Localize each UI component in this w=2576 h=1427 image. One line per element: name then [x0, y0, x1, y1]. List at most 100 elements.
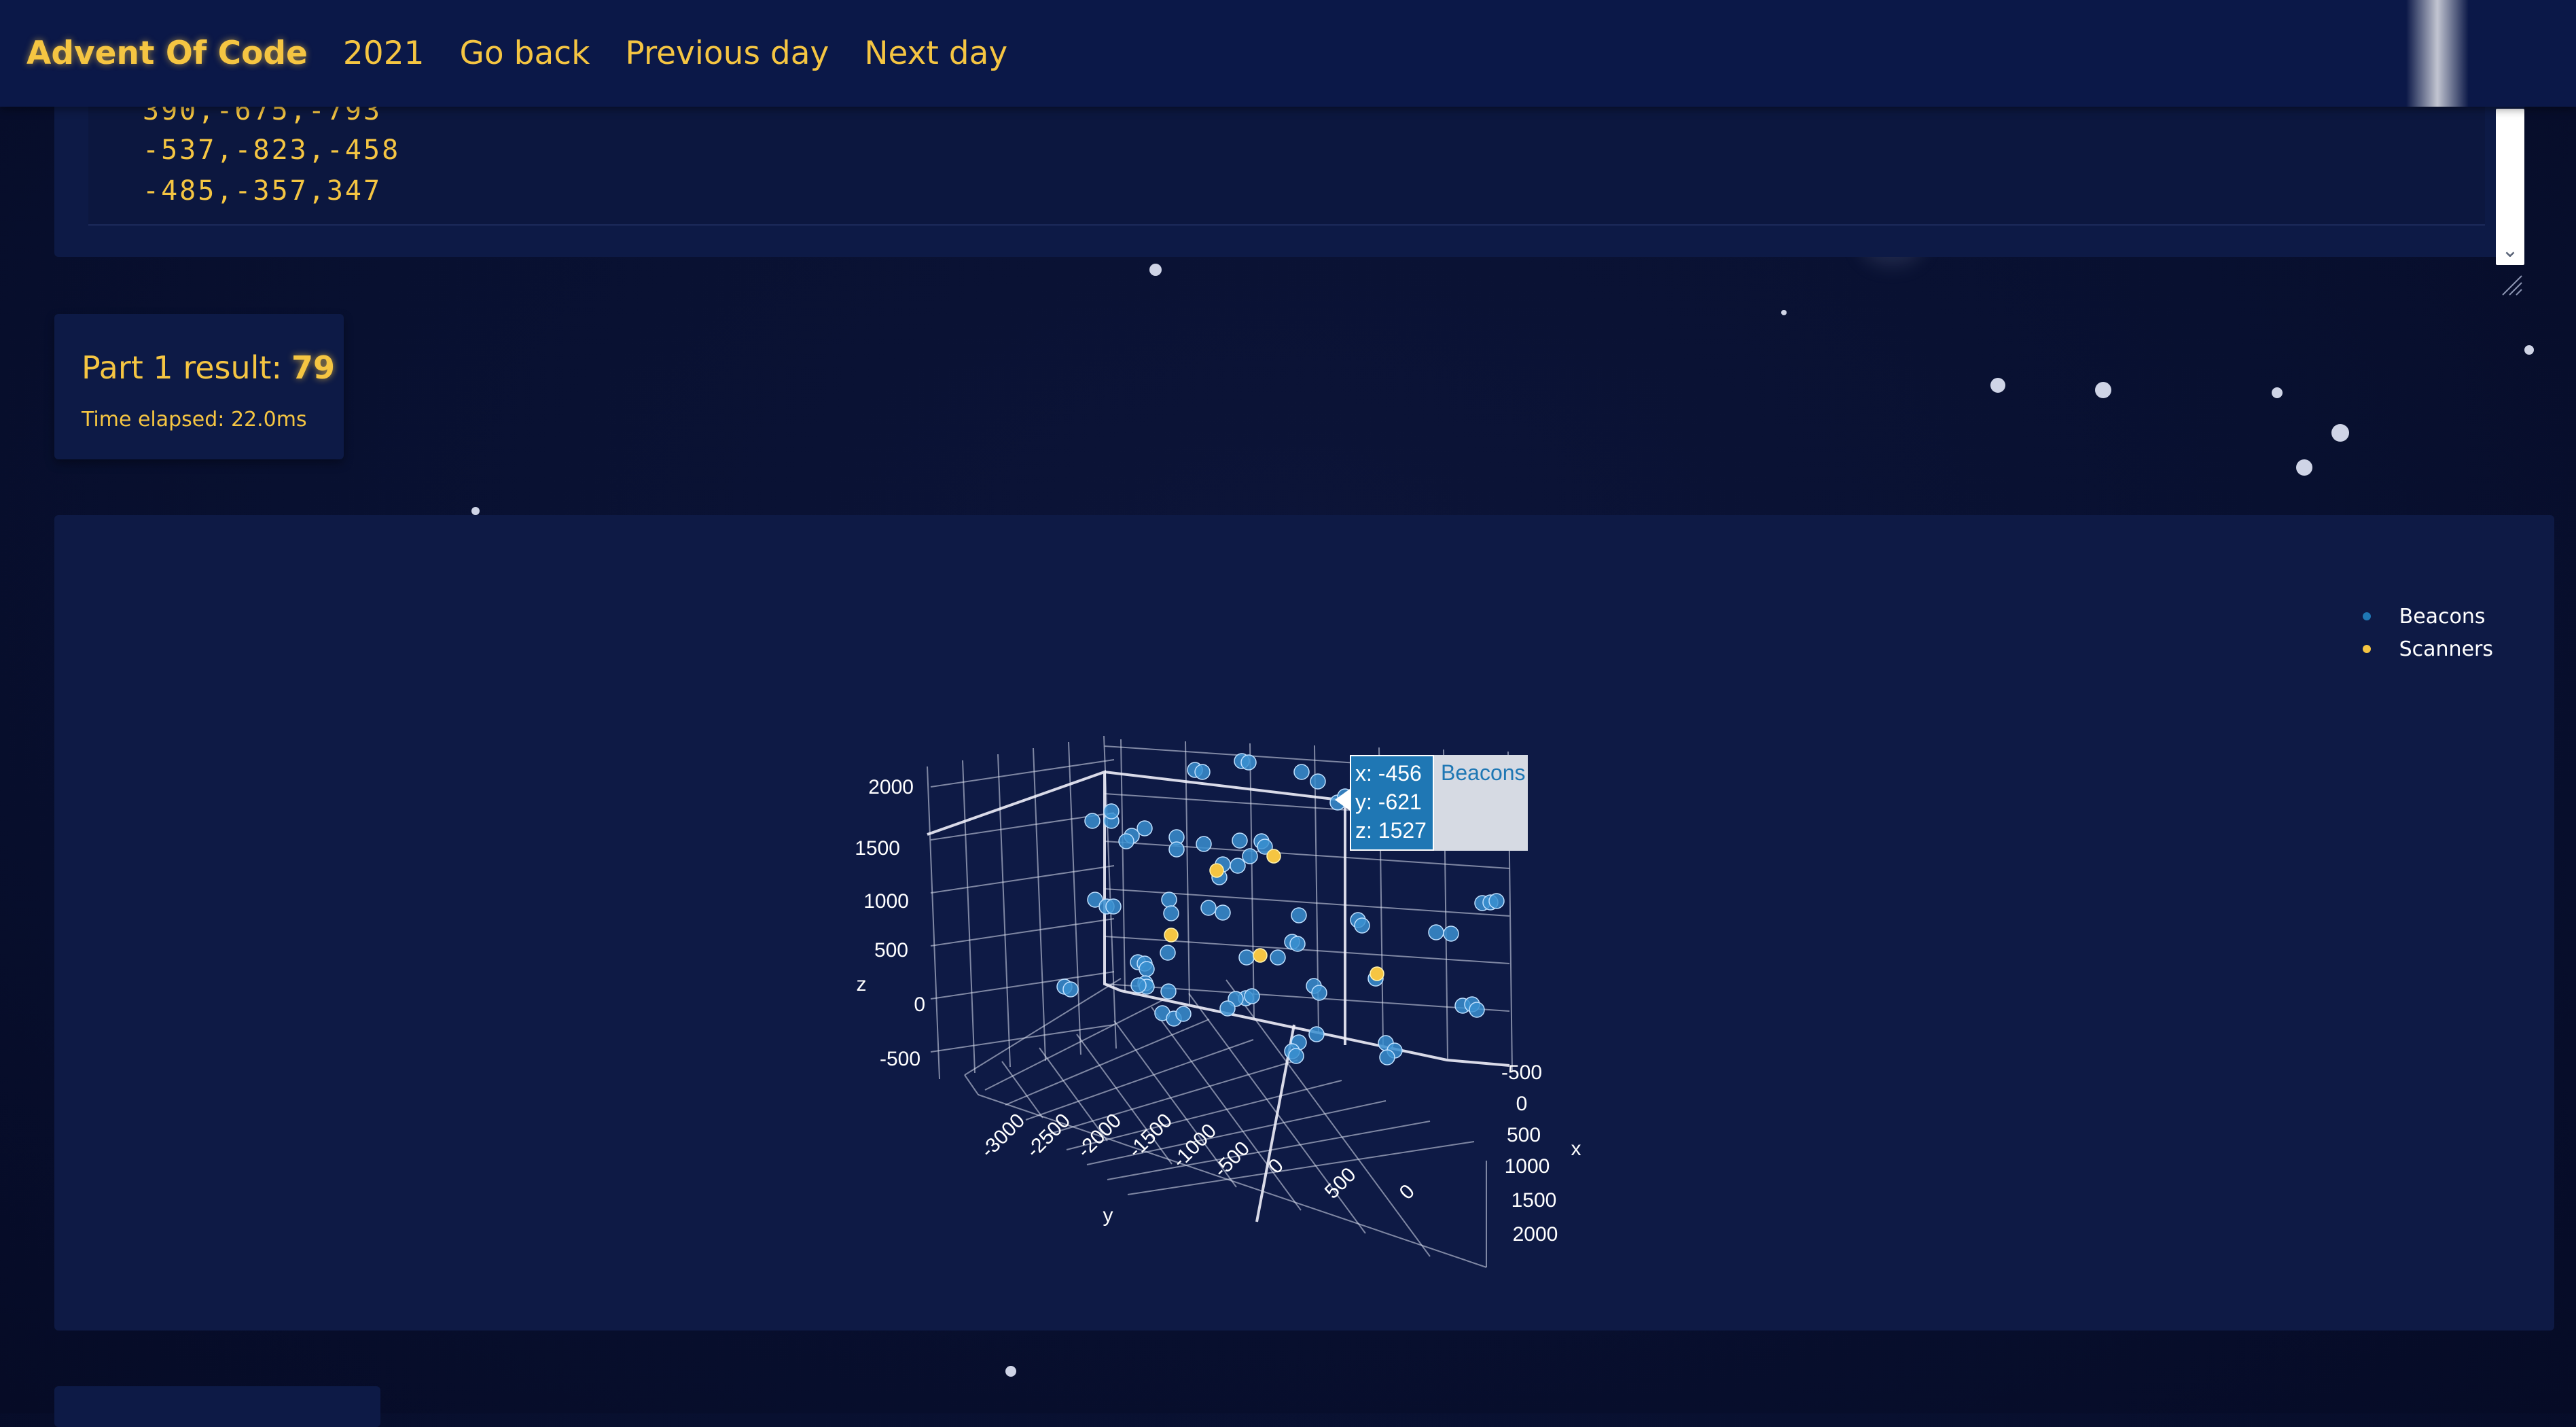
grid-line: [927, 766, 940, 1080]
tooltip-x: x: -456: [1355, 761, 1422, 786]
y-tick-label: -2000: [1073, 1109, 1126, 1162]
beacon-marker: [1428, 924, 1444, 940]
result-card: Part 1 result: 79 Time elapsed: 22.0ms: [54, 314, 344, 459]
star: [1781, 310, 1787, 315]
beacon-marker: [1488, 893, 1505, 909]
legend-marker: [2362, 612, 2371, 620]
time-elapsed: Time elapsed: 22.0ms: [82, 408, 307, 431]
x-tick-label: 1500: [1511, 1189, 1557, 1212]
beacon-marker: [1103, 803, 1120, 820]
nav-link-previous-day[interactable]: Previous day: [625, 35, 829, 72]
y-tick-label: 500: [1321, 1163, 1361, 1203]
result-label-text: Part 1 result:: [82, 349, 282, 386]
grid-line: [930, 865, 1115, 894]
beacon-marker: [1200, 900, 1217, 916]
x-tick-label: 500: [1507, 1124, 1541, 1146]
legend-label: Scanners: [2399, 637, 2493, 661]
resize-handle-icon[interactable]: [2499, 272, 2523, 296]
z-tick-label: 500: [874, 939, 908, 962]
scanner-marker: [1253, 948, 1268, 963]
beacon-marker: [1379, 1049, 1395, 1065]
nav-link-2021[interactable]: 2021: [343, 35, 425, 72]
beacon-marker: [1160, 945, 1176, 961]
star: [2331, 424, 2349, 442]
z-tick-label: 2000: [868, 776, 914, 798]
grid-line: [1005, 1019, 1210, 1106]
z-tick-label: 0: [914, 993, 925, 1016]
beacon-marker: [1289, 936, 1306, 952]
beacon-marker: [1219, 1000, 1236, 1017]
star: [2524, 345, 2534, 355]
z-tick-label: -500: [880, 1048, 920, 1070]
scatter3d-plot[interactable]: 2000 1500 1000 500 0 -500 z -3000-2500-2000-150…: [54, 515, 2554, 1331]
y-tick-label: 0: [1264, 1155, 1288, 1178]
beacon-marker: [1291, 907, 1307, 923]
beacon-marker: [1194, 764, 1211, 780]
star: [2296, 459, 2312, 476]
textarea-scrollbar[interactable]: ⌄: [2496, 109, 2524, 265]
grid-line: [962, 760, 976, 1074]
legend-item-scanners[interactable]: Scanners: [2362, 633, 2493, 665]
beacon-marker: [1130, 977, 1147, 993]
tooltip-z: z: 1527: [1355, 818, 1427, 843]
z-tick-label: 1500: [855, 837, 900, 860]
beacon-marker: [1160, 983, 1177, 1000]
x-axis-title: x: [1571, 1138, 1581, 1160]
beacon-marker: [1238, 949, 1255, 966]
beacon-marker: [1062, 981, 1079, 998]
x-tick-label: 0: [1516, 1093, 1528, 1115]
result-value: 79: [291, 349, 335, 386]
input-panel: 390,-675,-793 -537,-823,-458 -485,-357,3…: [54, 82, 2524, 296]
star: [2095, 382, 2111, 398]
tooltip-series: Beacons: [1441, 760, 1526, 785]
beacon-marker: [1161, 892, 1177, 908]
star: [471, 507, 480, 515]
input-line: -537,-823,-458: [143, 135, 401, 166]
y-tick-label: -3000: [976, 1109, 1029, 1162]
tooltip-values: x: -456 y: -621 z: 1527: [1350, 755, 1434, 851]
legend-item-beacons[interactable]: Beacons: [2362, 600, 2493, 633]
grid-line: [997, 754, 1011, 1068]
beacon-marker: [1084, 813, 1101, 829]
beacon-marker: [1105, 898, 1122, 915]
y-axis-title: y: [1103, 1204, 1113, 1227]
star: [1005, 1366, 1016, 1377]
x-tick-label: -500: [1501, 1061, 1542, 1084]
scroll-glow: [2406, 0, 2469, 107]
grid-line: [964, 1074, 979, 1095]
legend: Beacons Scanners: [2362, 600, 2493, 665]
top-nav: Advent Of Code 2021 Go back Previous day…: [0, 0, 2576, 107]
chevron-down-icon[interactable]: ⌄: [2496, 239, 2524, 262]
beacon-marker: [1244, 988, 1260, 1004]
hover-tooltip: x: -456 y: -621 z: 1527 Beacons: [1335, 755, 1528, 851]
z-axis-title: z: [857, 973, 867, 996]
nav-link-go-back[interactable]: Go back: [460, 35, 590, 72]
beacon-marker: [1215, 904, 1231, 921]
beacon-marker: [1168, 841, 1185, 858]
nav-link-next-day[interactable]: Next day: [864, 35, 1007, 72]
y-tick-label: -2500: [1022, 1109, 1075, 1162]
beacon-marker: [1469, 1002, 1485, 1018]
beacon-marker: [1270, 949, 1286, 966]
plot-panel[interactable]: 2000 1500 1000 500 0 -500 z -3000 -2500 -2000 -150…: [54, 515, 2554, 1331]
input-line: -485,-357,347: [143, 175, 382, 207]
tooltip-arrow: [1335, 789, 1350, 811]
brand-logo[interactable]: Advent Of Code: [26, 35, 308, 72]
beacon-marker: [1308, 1026, 1325, 1042]
next-card: [54, 1386, 380, 1427]
beacon-marker: [1310, 773, 1326, 790]
x-tick-label: 2000: [1513, 1223, 1558, 1246]
beacon-marker: [1163, 905, 1179, 921]
z-tick-label: 1000: [863, 890, 909, 913]
legend-marker: [2362, 645, 2371, 653]
y-tick-label: -1500: [1124, 1109, 1177, 1162]
result-label: Part 1 result: 79: [82, 349, 335, 386]
beacon-marker: [1288, 1048, 1304, 1064]
scanner-marker: [1370, 966, 1384, 981]
scanner-marker: [1164, 928, 1179, 942]
star: [1990, 378, 2005, 393]
beacon-marker: [1242, 848, 1258, 864]
grid-line: [930, 918, 1115, 947]
scanner-marker: [1266, 849, 1281, 864]
x-tick-label: 1000: [1505, 1155, 1550, 1178]
